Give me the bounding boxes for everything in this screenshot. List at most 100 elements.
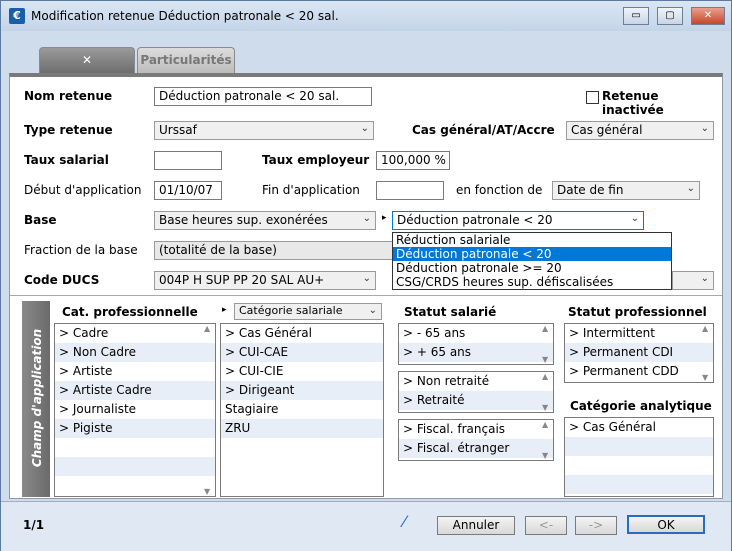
type-retenue-select[interactable]: Urssaf ⌄ <box>154 121 374 140</box>
en-fonction-value: Date de fin <box>557 183 624 197</box>
retraite-list[interactable]: > Non retraité > Retraité ▲ ▼ <box>398 371 554 413</box>
scrollbar[interactable]: ▲ ▼ <box>701 324 713 382</box>
scroll-up-icon: ▲ <box>204 324 211 333</box>
cas-general-value: Cas général <box>571 123 643 137</box>
debut-application-input[interactable]: 01/10/07 <box>154 181 222 200</box>
scrollbar[interactable]: ▲ ▼ <box>541 372 553 412</box>
base-value: Base heures sup. exonérées <box>159 213 328 227</box>
list-item[interactable]: > Dirigeant <box>221 381 383 400</box>
previous-button[interactable]: <- <box>525 516 567 535</box>
base-select[interactable]: Base heures sup. exonérées ⌄ <box>154 211 376 230</box>
cat-sal-value: Catégorie salariale <box>239 304 343 317</box>
dropdown-option[interactable]: Réduction salariale <box>393 233 671 247</box>
list-item <box>55 457 215 476</box>
arrow-right-icon: ▸ <box>382 213 387 223</box>
en-fonction-label: en fonction de <box>456 183 543 197</box>
age-list[interactable]: > - 65 ans > + 65 ans ▲ ▼ <box>398 323 554 365</box>
list-item[interactable]: > Pigiste <box>55 419 215 438</box>
list-item[interactable]: > Permanent CDI <box>565 343 713 362</box>
dropdown-option[interactable]: Déduction patronale >= 20 <box>393 261 671 275</box>
list-item[interactable]: ZRU <box>221 419 383 438</box>
list-item[interactable]: > Non Cadre <box>55 343 215 362</box>
list-item[interactable]: > Cas Général <box>221 324 383 343</box>
analytique-list[interactable]: > Cas Général <box>564 417 714 497</box>
list-item[interactable]: > Fiscal. étranger <box>399 439 553 458</box>
nom-retenue-input[interactable]: Déduction patronale < 20 sal. <box>154 87 372 106</box>
taux-salarial-input[interactable] <box>154 151 222 170</box>
list-item[interactable]: > Permanent CDD <box>565 362 713 381</box>
list-item[interactable]: > Fiscal. français <box>399 420 553 439</box>
retenue-inactive-checkbox[interactable] <box>586 91 599 104</box>
list-item[interactable]: > Intermittent <box>565 324 713 343</box>
statut-salarie-header: Statut salarié <box>404 305 497 319</box>
window-title: Modification retenue Déduction patronale… <box>31 9 339 23</box>
cat-sal-select[interactable]: Catégorie salariale ⌄ <box>234 303 382 320</box>
cat-sal-list[interactable]: > Cas Général > CUI-CAE > CUI-CIE > Diri… <box>220 323 384 497</box>
list-item[interactable]: > Journaliste <box>55 400 215 419</box>
cat-pro-header: Cat. professionnelle <box>62 305 198 319</box>
code-ducs-value: 004P H SUP PP 20 SAL AU+ <box>159 273 325 287</box>
list-item[interactable]: Stagiaire <box>221 400 383 419</box>
chevron-down-icon: ⌄ <box>360 123 369 134</box>
dialog-window: € Modification retenue Déduction patrona… <box>0 0 732 551</box>
nom-retenue-label: Nom retenue <box>24 89 113 103</box>
list-item[interactable]: > - 65 ans <box>399 324 553 343</box>
code-ducs-select[interactable]: 004P H SUP PP 20 SAL AU+ ⌄ <box>154 271 376 290</box>
scroll-up-icon: ▲ <box>542 324 549 333</box>
list-item <box>565 475 713 494</box>
chevron-down-icon: ⌄ <box>630 213 639 224</box>
champ-application-label: Champ d'application <box>30 328 44 468</box>
scroll-down-icon: ▼ <box>542 451 549 460</box>
fiscal-list[interactable]: > Fiscal. français > Fiscal. étranger ▲ ▼ <box>398 419 554 461</box>
list-item[interactable]: > Artiste Cadre <box>55 381 215 400</box>
tab-particularites[interactable]: Particularités <box>137 47 235 73</box>
base-label: Base <box>24 213 57 227</box>
maximize-button[interactable]: ▢ <box>657 7 683 25</box>
tab-bar: ✕ Particularités <box>9 39 723 75</box>
dropdown-option-selected[interactable]: Déduction patronale < 20 <box>393 247 671 261</box>
statut-pro-list[interactable]: > Intermittent > Permanent CDI > Permane… <box>564 323 714 383</box>
taux-salarial-label: Taux salarial <box>24 153 109 167</box>
fraction-base-label: Fraction de la base <box>24 243 138 257</box>
base-type-dropdown: Réduction salariale Déduction patronale … <box>392 232 672 290</box>
ok-button[interactable]: OK <box>627 515 705 534</box>
close-button[interactable]: ✕ <box>691 7 725 25</box>
analytique-header: Catégorie analytique <box>570 399 712 413</box>
annuler-button[interactable]: Annuler <box>437 516 515 535</box>
list-item[interactable]: > Retraité <box>399 391 553 410</box>
scrollbar[interactable]: ▲ ▼ <box>203 324 215 496</box>
list-item <box>565 456 713 475</box>
arrow-right-icon: ▸ <box>222 305 227 315</box>
minimize-button[interactable]: ▭ <box>623 7 649 25</box>
cas-general-select[interactable]: Cas général ⌄ <box>566 121 714 140</box>
scrollbar[interactable]: ▲ ▼ <box>541 324 553 364</box>
en-fonction-select[interactable]: Date de fin ⌄ <box>552 181 700 200</box>
tab-general[interactable]: ✕ <box>39 47 135 73</box>
scroll-down-icon: ▼ <box>542 403 549 412</box>
retenue-inactive-label: Retenue inactivée <box>602 89 664 117</box>
base-type-select[interactable]: Déduction patronale < 20 ⌄ <box>392 211 644 230</box>
fin-application-input[interactable] <box>376 181 444 200</box>
list-item <box>565 437 713 456</box>
scroll-down-icon: ▼ <box>542 355 549 364</box>
list-item[interactable]: > + 65 ans <box>399 343 553 362</box>
dropdown-option[interactable]: CSG/CRDS heures sup. défiscalisées <box>393 275 671 289</box>
code-ducs-extra-select[interactable]: ⌄ <box>672 271 714 290</box>
scrollbar[interactable]: ▲ ▼ <box>541 420 553 460</box>
pen-icon[interactable]: ⁄ <box>403 512 406 531</box>
list-item[interactable]: > Cadre <box>55 324 215 343</box>
list-item[interactable]: > Non retraité <box>399 372 553 391</box>
taux-employeur-label: Taux employeur <box>262 153 370 167</box>
list-item[interactable]: > Cas Général <box>565 418 713 437</box>
fraction-base-select[interactable]: (totalité de la base) <box>154 241 394 260</box>
list-item <box>55 438 215 457</box>
cat-pro-list[interactable]: > Cadre > Non Cadre > Artiste > Artiste … <box>54 323 216 497</box>
list-item[interactable]: > Artiste <box>55 362 215 381</box>
scroll-down-icon: ▼ <box>702 373 709 382</box>
list-item[interactable]: > CUI-CIE <box>221 362 383 381</box>
type-retenue-label: Type retenue <box>24 123 113 137</box>
list-item[interactable]: > CUI-CAE <box>221 343 383 362</box>
taux-employeur-input[interactable]: 100,000 % <box>376 151 450 170</box>
chevron-down-icon: ⌄ <box>686 183 695 194</box>
next-button[interactable]: -> <box>575 516 617 535</box>
